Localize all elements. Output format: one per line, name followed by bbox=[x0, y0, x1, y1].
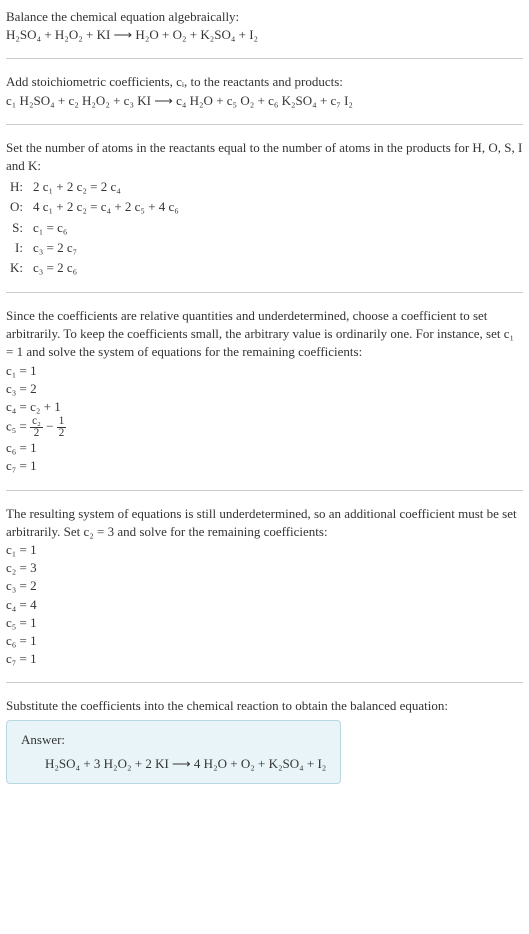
coef-line: c₄ = 4 bbox=[6, 596, 523, 614]
stoich-section: Add stoichiometric coefficients, cᵢ, to … bbox=[6, 73, 523, 109]
coef-line: c₆ = 1 bbox=[6, 439, 523, 457]
divider bbox=[6, 292, 523, 293]
underdet1-section: Since the coefficients are relative quan… bbox=[6, 307, 523, 476]
table-row: S: c₁ = c₆ bbox=[6, 218, 183, 238]
underdet1-text: Since the coefficients are relative quan… bbox=[6, 307, 523, 362]
coef-line: c₁ = 1 bbox=[6, 541, 523, 559]
final-text: Substitute the coefficients into the che… bbox=[6, 697, 523, 715]
element-equation: c₃ = 2 c₇ bbox=[29, 238, 183, 258]
element-label: H: bbox=[6, 177, 29, 197]
divider bbox=[6, 490, 523, 491]
underdet2-section: The resulting system of equations is sti… bbox=[6, 505, 523, 669]
coef-line: c₂ = 3 bbox=[6, 559, 523, 577]
coef-line-c5: c₅ = c₂2 − 12 bbox=[6, 416, 523, 439]
table-row: I: c₃ = 2 c₇ bbox=[6, 238, 183, 258]
answer-label: Answer: bbox=[21, 731, 326, 749]
element-label: O: bbox=[6, 197, 29, 217]
frac-den: 2 bbox=[30, 428, 43, 439]
minus: − bbox=[43, 419, 57, 434]
atoms-table: H: 2 c₁ + 2 c₂ = 2 c₄ O: 4 c₁ + 2 c₂ = c… bbox=[6, 177, 183, 278]
stoich-equation: c₁ H₂SO₄ + c₂ H₂O₂ + c₃ KI ⟶ c₄ H₂O + c₅… bbox=[6, 92, 523, 110]
element-label: S: bbox=[6, 218, 29, 238]
table-row: K: c₃ = 2 c₆ bbox=[6, 258, 183, 278]
c5-lhs: c₅ = bbox=[6, 419, 30, 434]
coef-line: c₁ = 1 bbox=[6, 362, 523, 380]
divider bbox=[6, 124, 523, 125]
element-label: K: bbox=[6, 258, 29, 278]
element-equation: 4 c₁ + 2 c₂ = c₄ + 2 c₅ + 4 c₆ bbox=[29, 197, 183, 217]
coef-line: c₇ = 1 bbox=[6, 650, 523, 668]
coef-line: c₃ = 2 bbox=[6, 380, 523, 398]
answer-equation: H₂SO₄ + 3 H₂O₂ + 2 KI ⟶ 4 H₂O + O₂ + K₂S… bbox=[21, 755, 326, 773]
table-row: H: 2 c₁ + 2 c₂ = 2 c₄ bbox=[6, 177, 183, 197]
coef-line: c₃ = 2 bbox=[6, 577, 523, 595]
element-label: I: bbox=[6, 238, 29, 258]
table-row: O: 4 c₁ + 2 c₂ = c₄ + 2 c₅ + 4 c₆ bbox=[6, 197, 183, 217]
underdet2-text: The resulting system of equations is sti… bbox=[6, 505, 523, 541]
atoms-text: Set the number of atoms in the reactants… bbox=[6, 139, 523, 175]
fraction: c₂2 bbox=[30, 416, 43, 439]
atoms-section: Set the number of atoms in the reactants… bbox=[6, 139, 523, 278]
intro-equation: H₂SO₄ + H₂O₂ + KI ⟶ H₂O + O₂ + K₂SO₄ + I… bbox=[6, 26, 523, 44]
intro-text: Balance the chemical equation algebraica… bbox=[6, 8, 523, 26]
element-equation: c₁ = c₆ bbox=[29, 218, 183, 238]
fraction: 12 bbox=[57, 416, 67, 439]
coef-line: c₅ = 1 bbox=[6, 614, 523, 632]
coef-line: c₇ = 1 bbox=[6, 457, 523, 475]
divider bbox=[6, 58, 523, 59]
frac-den: 2 bbox=[57, 428, 67, 439]
intro-section: Balance the chemical equation algebraica… bbox=[6, 8, 523, 44]
element-equation: c₃ = 2 c₆ bbox=[29, 258, 183, 278]
stoich-text: Add stoichiometric coefficients, cᵢ, to … bbox=[6, 73, 523, 91]
answer-box: Answer: H₂SO₄ + 3 H₂O₂ + 2 KI ⟶ 4 H₂O + … bbox=[6, 720, 341, 784]
coef-line: c₆ = 1 bbox=[6, 632, 523, 650]
coef-line: c₄ = c₂ + 1 bbox=[6, 398, 523, 416]
element-equation: 2 c₁ + 2 c₂ = 2 c₄ bbox=[29, 177, 183, 197]
final-section: Substitute the coefficients into the che… bbox=[6, 697, 523, 784]
divider bbox=[6, 682, 523, 683]
